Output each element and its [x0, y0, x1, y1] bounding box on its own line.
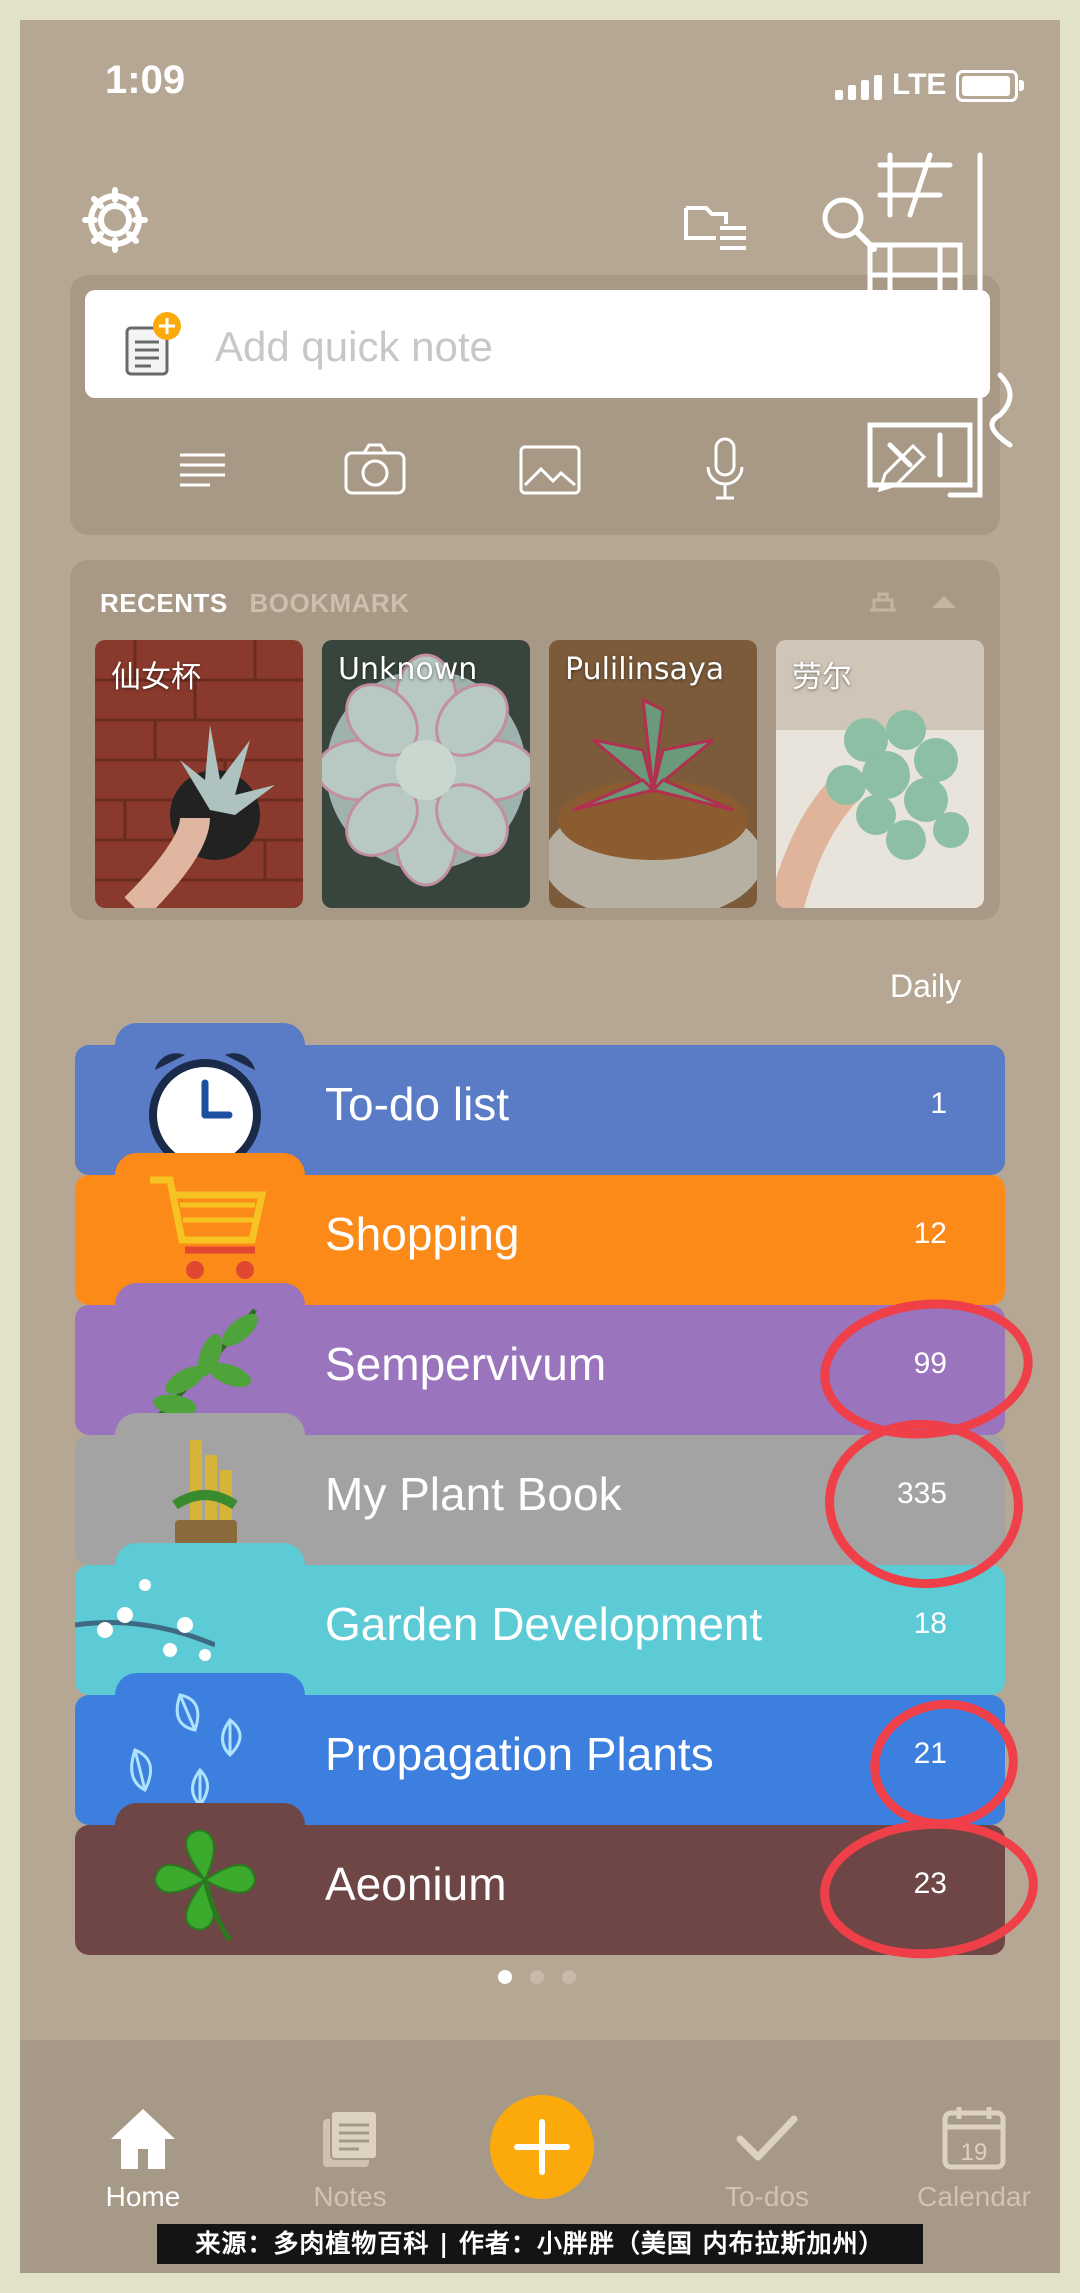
quick-note-placeholder: Add quick note: [215, 323, 493, 370]
text-list-icon[interactable]: [155, 425, 245, 515]
watermark-stamp: [850, 135, 1040, 525]
calendar-icon: 19: [942, 2107, 1006, 2170]
recent-card-label: 劳尔: [792, 660, 852, 695]
page-dot[interactable]: [562, 1970, 576, 1984]
tab-calendar[interactable]: 19 Calendar: [904, 2105, 1044, 2213]
folder-list-icon[interactable]: [680, 190, 750, 260]
status-bar: 1:09 LTE: [20, 20, 1060, 140]
microphone-icon[interactable]: [680, 425, 770, 515]
section-label-daily: Daily: [890, 968, 962, 1004]
recent-card-label: Unknown: [338, 652, 478, 687]
page-dot[interactable]: [498, 1970, 512, 1984]
gear-icon[interactable]: [75, 180, 155, 260]
leaves-icon: [130, 1693, 242, 1808]
notes-icon: [323, 2110, 378, 2167]
tab-calendar-label: Calendar: [917, 2181, 1031, 2212]
recent-card[interactable]: 仙女杯: [95, 640, 303, 908]
recent-card[interactable]: 劳尔: [776, 640, 984, 908]
recents-controls: [870, 586, 960, 621]
recent-card-label: Pulilinsaya: [565, 652, 725, 687]
notebook-title: My Plant Book: [325, 1468, 622, 1520]
notebook-title: Shopping: [325, 1208, 520, 1260]
home-icon: [111, 2109, 175, 2169]
recents-panel: RECENTS BOOKMARK 仙女杯 Unknown Pulilinsaya…: [70, 560, 1000, 920]
signal-icon: [835, 75, 887, 100]
tab-notes-label: Notes: [313, 2181, 387, 2212]
calendar-day: 19: [961, 2139, 988, 2166]
tab-todos[interactable]: To-dos: [697, 2105, 837, 2213]
notebook-title: Propagation Plants: [325, 1728, 714, 1780]
tab-recents[interactable]: RECENTS: [100, 588, 228, 618]
camera-icon[interactable]: [330, 425, 420, 515]
collapse-icon[interactable]: [870, 586, 960, 616]
notebook-title: Garden Development: [325, 1598, 763, 1650]
stamp-calligraphy: [867, 152, 1013, 498]
network-label: LTE: [892, 68, 947, 101]
notebook-title: Aeonium: [325, 1858, 507, 1910]
notebook-count: 12: [913, 1217, 947, 1250]
four-leaf-clover-icon: [153, 1828, 257, 1942]
recent-card-label: 仙女杯: [111, 660, 201, 695]
tab-home[interactable]: Home: [73, 2105, 213, 2213]
notebook-title: To-do list: [325, 1078, 510, 1130]
source-credit: 来源：多肉植物百科 | 作者：小胖胖（美国 内布拉斯加州）: [157, 2224, 923, 2264]
notebook-title: Sempervivum: [325, 1338, 607, 1390]
battery-icon: [956, 70, 1024, 102]
recent-card[interactable]: Unknown: [322, 640, 530, 908]
add-note-icon: [125, 312, 181, 376]
notebook-count: 1: [930, 1087, 947, 1120]
tab-notes[interactable]: Notes: [280, 2105, 420, 2213]
checkmark-icon: [736, 2115, 798, 2161]
add-button[interactable]: [490, 2095, 594, 2199]
status-time: 1:09: [105, 58, 186, 102]
page-dot[interactable]: [530, 1970, 544, 1984]
recent-card[interactable]: Pulilinsaya: [549, 640, 757, 908]
image-icon[interactable]: [505, 425, 595, 515]
tab-todos-label: To-dos: [724, 2181, 810, 2212]
tab-home-label: Home: [105, 2181, 181, 2212]
phone-screen: 1:09 LTE Add quick note RECENTS BOOKMARK…: [20, 20, 1060, 2273]
notebook-count: 18: [913, 1607, 947, 1640]
page-indicator: [498, 1970, 594, 1989]
tab-bookmark[interactable]: BOOKMARK: [249, 588, 409, 618]
